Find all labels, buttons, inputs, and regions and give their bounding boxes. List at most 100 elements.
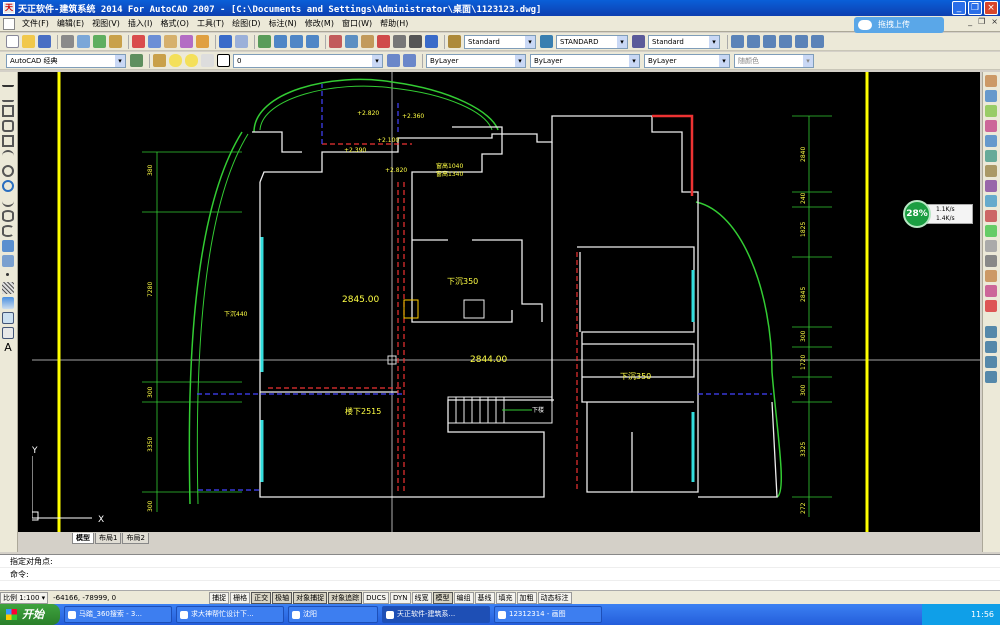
chamfer-icon[interactable] (985, 270, 997, 282)
status-grid[interactable]: 栅格 (230, 591, 251, 604)
task-paint[interactable]: 12312314 - 画图 (494, 606, 602, 623)
ellipse-arc-icon[interactable] (2, 225, 14, 237)
array-icon[interactable] (985, 135, 997, 147)
paste-icon[interactable] (164, 35, 177, 48)
properties-icon[interactable] (329, 35, 342, 48)
menu-insert[interactable]: 插入(I) (124, 18, 157, 29)
save-icon[interactable] (38, 35, 51, 48)
ellipse-icon[interactable] (2, 210, 14, 222)
status-bold[interactable]: 加粗 (516, 591, 537, 604)
tool-palettes-icon[interactable] (361, 35, 374, 48)
cut-icon[interactable] (132, 35, 145, 48)
hatch-icon[interactable] (2, 282, 14, 294)
lineweight-select[interactable]: ByLayer (644, 53, 730, 68)
sheet-set-icon[interactable] (377, 35, 390, 48)
mdi-minimize-icon[interactable]: _ (968, 17, 972, 26)
menu-dimension[interactable]: 标注(N) (265, 18, 301, 29)
sun-icon[interactable] (185, 54, 198, 67)
layer-previous-icon[interactable] (403, 54, 416, 67)
arc-icon[interactable] (2, 150, 14, 162)
table-style-select[interactable]: Standard (648, 34, 720, 49)
markup-icon[interactable] (393, 35, 406, 48)
status-snap[interactable]: 捕捉 (209, 591, 230, 604)
status-group[interactable]: 编组 (453, 591, 474, 604)
preview-icon[interactable] (77, 35, 90, 48)
task-tangent[interactable]: 天正软件-建筑系... (382, 606, 490, 623)
status-baseline[interactable]: 基线 (474, 591, 495, 604)
viewport-clip-icon[interactable] (811, 35, 824, 48)
circle-icon[interactable] (2, 165, 14, 177)
zoom-window-icon[interactable] (290, 35, 303, 48)
extend-icon[interactable] (985, 225, 997, 237)
object-order-icon[interactable] (985, 371, 997, 383)
upload-button[interactable]: 拖拽上传 (854, 17, 944, 33)
menu-format[interactable]: 格式(O) (156, 18, 193, 29)
layout-icon[interactable] (763, 35, 776, 48)
menu-window[interactable]: 窗口(W) (338, 18, 376, 29)
status-ortho[interactable]: 正交 (251, 591, 272, 604)
close-icon[interactable]: × (984, 1, 998, 15)
layer-select[interactable]: 0 (233, 53, 383, 68)
offset-icon[interactable] (985, 120, 997, 132)
rectangle-icon[interactable] (2, 135, 14, 147)
workspace-select[interactable]: AutoCAD 经典 (6, 53, 126, 68)
copy-icon[interactable] (148, 35, 161, 48)
command-prompt[interactable]: 命令: (0, 568, 1000, 581)
menu-view[interactable]: 视图(V) (88, 18, 124, 29)
start-button[interactable]: 开始 (0, 604, 60, 625)
polyline-icon[interactable] (2, 105, 14, 117)
layer-manager-icon[interactable] (153, 54, 166, 67)
zoom-previous-icon[interactable] (306, 35, 319, 48)
minimize-icon[interactable]: _ (952, 1, 966, 15)
point-icon[interactable] (6, 273, 9, 276)
publish-icon[interactable] (93, 35, 106, 48)
document-icon[interactable] (3, 17, 15, 30)
text-style-select[interactable]: Standard (464, 34, 536, 49)
draworder-icon[interactable] (985, 326, 997, 338)
copy-object-icon[interactable] (985, 90, 997, 102)
new-icon[interactable] (6, 35, 19, 48)
rotate-icon[interactable] (985, 165, 997, 177)
ungroup-icon[interactable] (985, 356, 997, 368)
task-browser[interactable]: 马踏_360搜索 - 3... (64, 606, 172, 623)
named-views-icon[interactable] (747, 35, 760, 48)
plot-style-select[interactable]: 随颜色 (734, 53, 814, 68)
mdi-restore-icon[interactable]: ❐ (978, 17, 985, 26)
make-current-icon[interactable] (387, 54, 400, 67)
pan-icon[interactable] (258, 35, 271, 48)
viewport-polygon-icon[interactable] (795, 35, 808, 48)
menu-file[interactable]: 文件(F) (18, 18, 53, 29)
redo-icon[interactable] (235, 35, 248, 48)
maximize-icon[interactable]: ❐ (968, 1, 982, 15)
menu-draw[interactable]: 绘图(D) (228, 18, 264, 29)
zoom-realtime-icon[interactable] (274, 35, 287, 48)
status-lineweight[interactable]: 线宽 (411, 591, 432, 604)
tab-layout1[interactable]: 布局1 (95, 532, 122, 544)
menu-edit[interactable]: 编辑(E) (53, 18, 88, 29)
task-chat[interactable]: 沈阳 (288, 606, 378, 623)
menu-help[interactable]: 帮助(H) (376, 18, 412, 29)
undo-icon[interactable] (219, 35, 232, 48)
multiline-text-icon[interactable]: A (2, 342, 14, 354)
network-monitor-widget[interactable]: 1.1K/s 1.4K/s 28% (903, 200, 973, 228)
status-otrack[interactable]: 对象追踪 (328, 591, 363, 604)
task-forum[interactable]: 求大神帮忙设计下... (176, 606, 284, 623)
color-select[interactable]: ByLayer (426, 53, 526, 68)
erase-icon[interactable] (985, 75, 997, 87)
linetype-select[interactable]: ByLayer (530, 53, 640, 68)
move-icon[interactable] (985, 150, 997, 162)
status-fill[interactable]: 填充 (495, 591, 516, 604)
menu-tools[interactable]: 工具(T) (193, 18, 228, 29)
status-osnap[interactable]: 对象捕捉 (293, 591, 328, 604)
viewport-icon[interactable] (731, 35, 744, 48)
block-editor-icon[interactable] (196, 35, 209, 48)
join-icon[interactable] (985, 255, 997, 267)
stretch-icon[interactable] (985, 195, 997, 207)
drawing-canvas[interactable]: X Y +2.820 +2.360 +2.390 +2.100 +2.820 窗… (32, 72, 980, 532)
design-center-icon[interactable] (345, 35, 358, 48)
construction-line-icon[interactable] (2, 90, 14, 102)
viewport-single-icon[interactable] (779, 35, 792, 48)
status-dynamic-dim[interactable]: 动态标注 (537, 591, 572, 604)
tab-model[interactable]: 模型 (72, 532, 94, 544)
revision-cloud-icon[interactable] (2, 180, 14, 192)
